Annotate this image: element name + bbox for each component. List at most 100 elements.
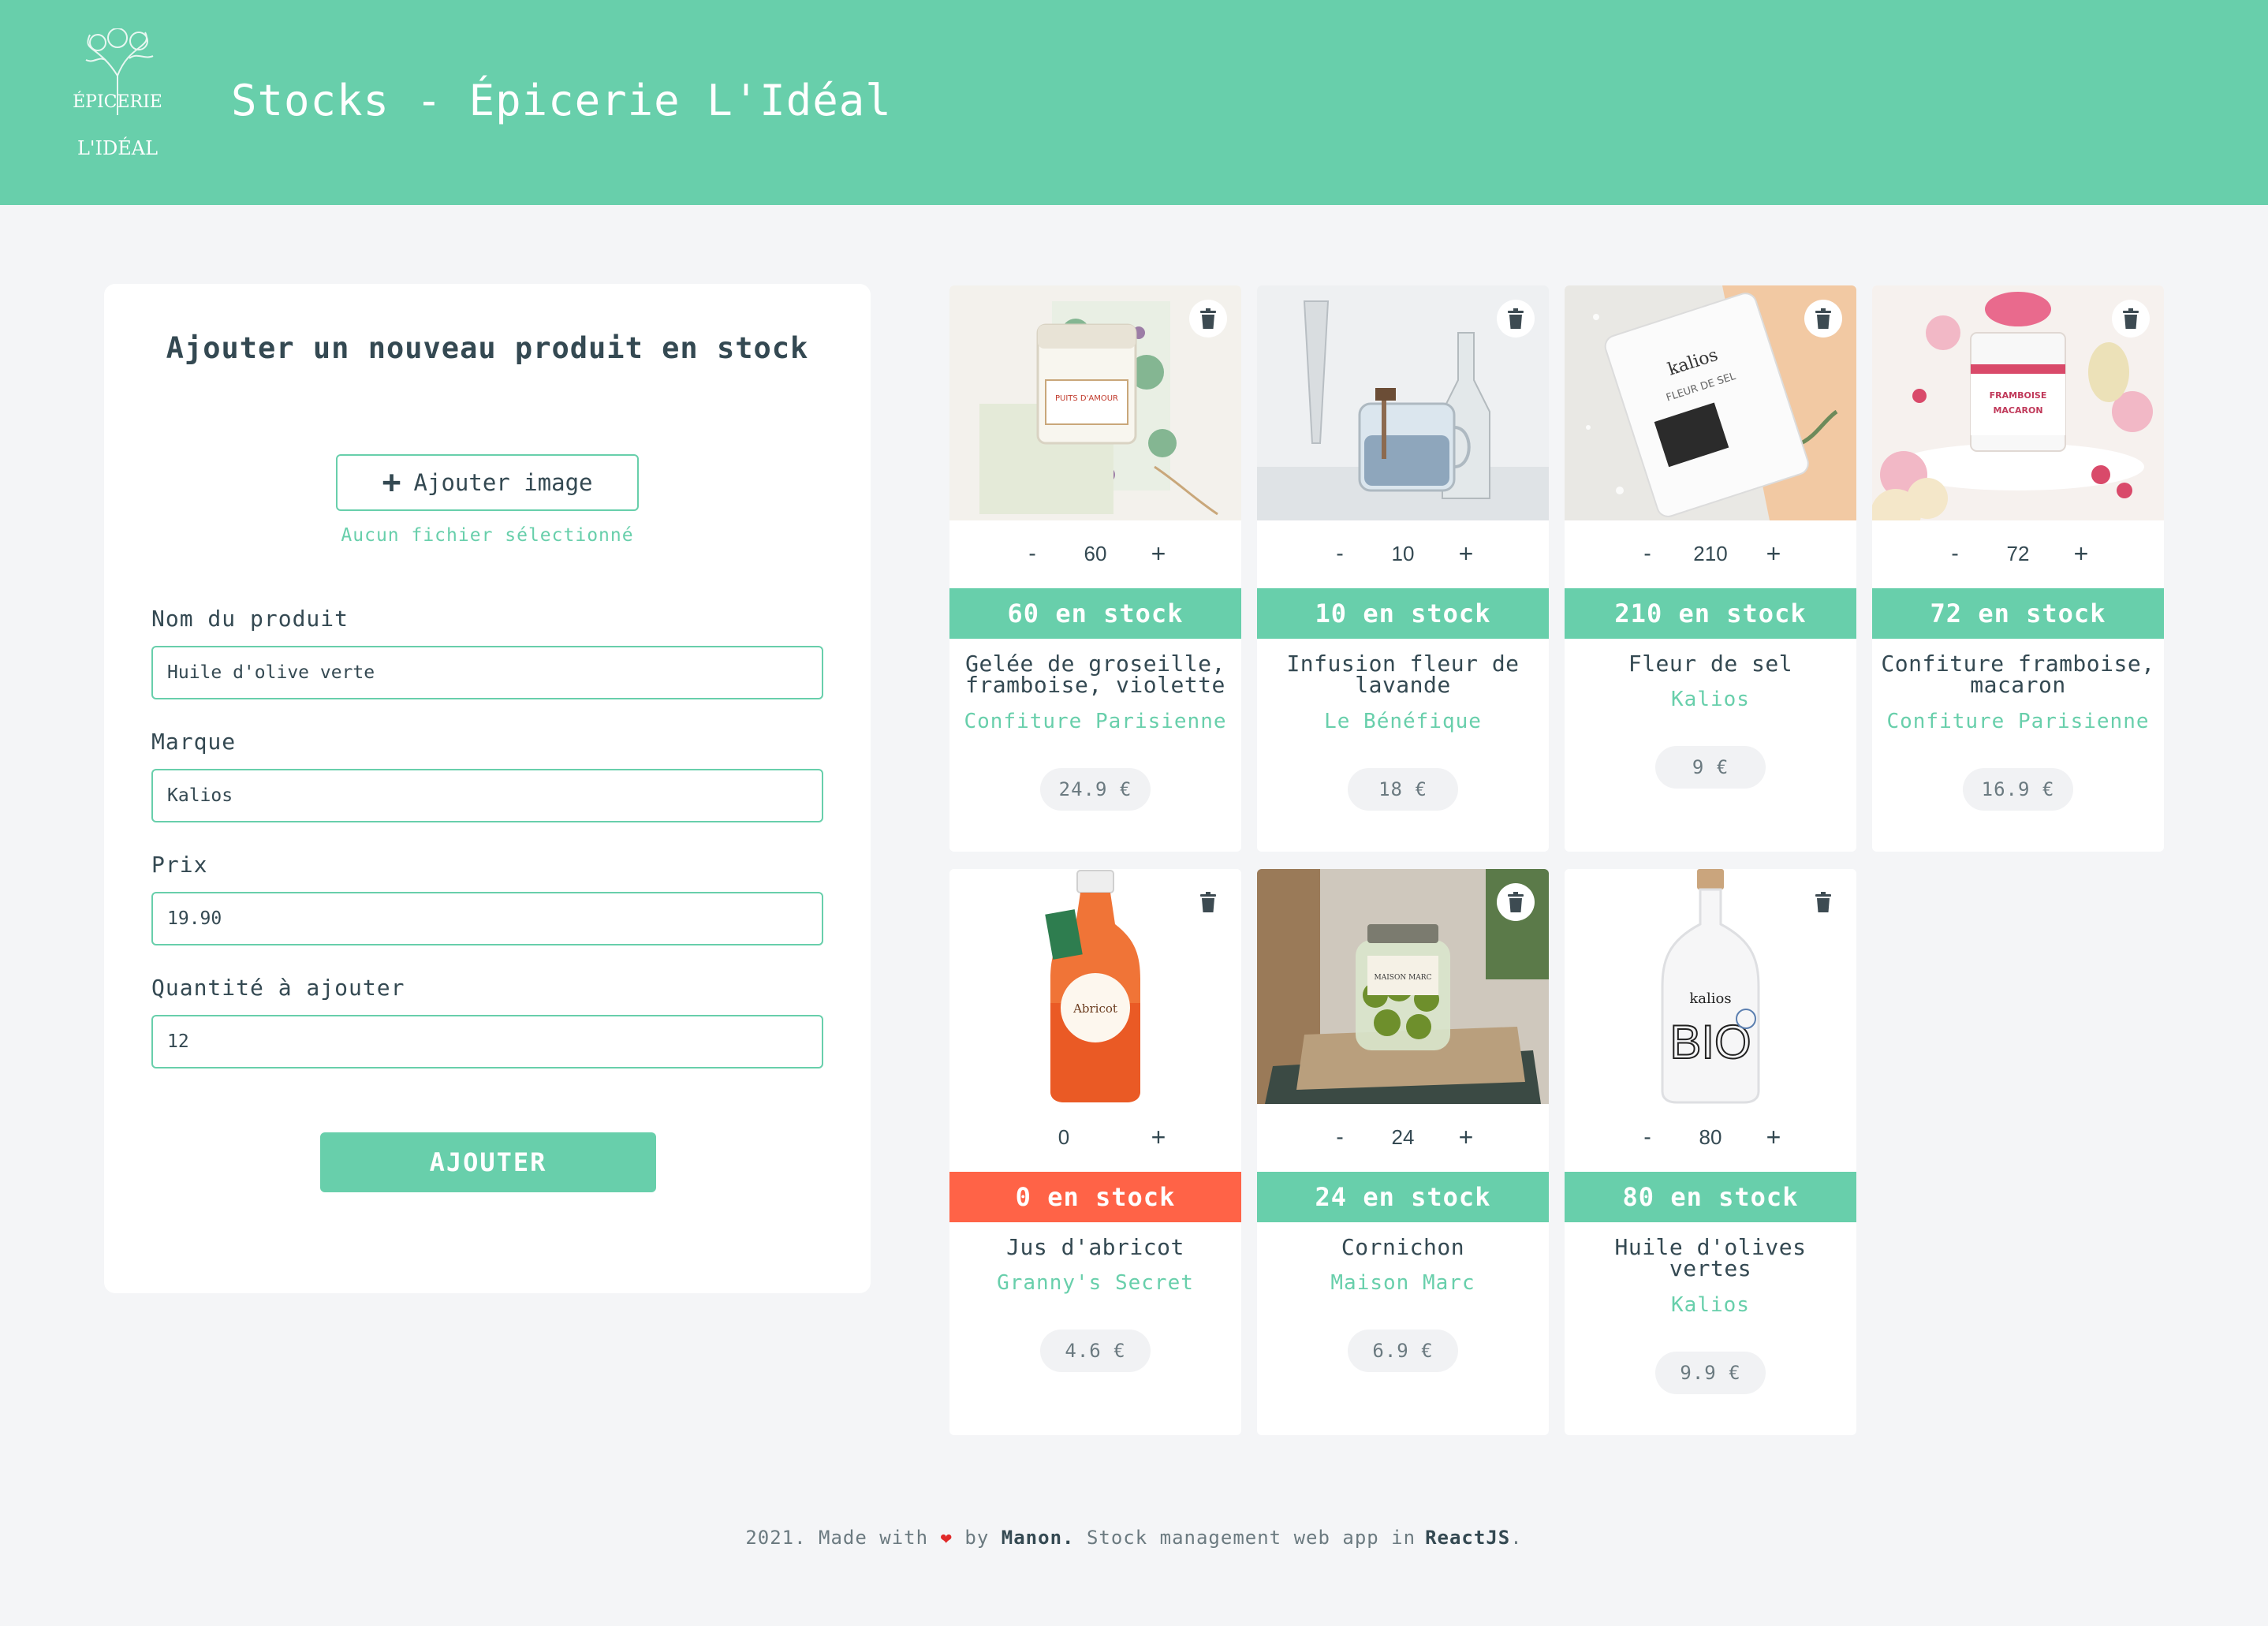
increment-button[interactable]: + [1147, 538, 1170, 569]
quantity-stepper: 0 + [949, 1104, 1241, 1172]
svg-text:L'IDÉAL: L'IDÉAL [77, 136, 158, 159]
brand-label: Marque [151, 729, 237, 755]
quantity-value: 72 [2006, 542, 2030, 565]
decrement-button[interactable]: - [1328, 538, 1352, 569]
quantity-value: 10 [1391, 542, 1415, 565]
product-brand: Confiture Parisienne [1886, 710, 2150, 733]
product-name: Fleur de sel [1628, 651, 1793, 677]
add-image-label: Ajouter image [413, 469, 593, 496]
footer: 2021. Made with ❤ by Manon. Stock manage… [0, 1527, 2268, 1549]
product-card: Abricot 0 + 0 en stock Jus d'abricot Gra… [949, 869, 1241, 1435]
brand-input[interactable] [151, 769, 823, 822]
price-tag: 6.9 € [1348, 1330, 1458, 1372]
decrement-button[interactable]: - [1943, 538, 1967, 569]
delete-button[interactable] [1804, 883, 1842, 921]
quantity-stepper: - 60 + [949, 520, 1241, 588]
product-name: Gelée de groseille, framboise, violette [965, 651, 1225, 698]
footer-tech: ReactJS [1425, 1527, 1511, 1549]
product-card: - 10 + 10 en stock Infusion fleur de lav… [1257, 285, 1549, 852]
price-input[interactable] [151, 892, 823, 945]
form-title: Ajouter un nouveau produit en stock [166, 331, 809, 365]
add-product-form: Ajouter un nouveau produit en stock + Aj… [104, 284, 871, 1293]
delete-button[interactable] [1189, 300, 1227, 338]
svg-text:Abricot: Abricot [1072, 1001, 1117, 1016]
submit-button[interactable]: AJOUTER [320, 1132, 656, 1192]
stock-badge: 10 en stock [1257, 588, 1549, 639]
quantity-stepper: - 210 + [1565, 520, 1856, 588]
product-name: Cornichon [1341, 1234, 1465, 1260]
price-tag: 9.9 € [1655, 1352, 1766, 1394]
price-label: Prix [151, 852, 208, 878]
footer-by: by [964, 1527, 990, 1549]
price-tag: 4.6 € [1040, 1330, 1151, 1372]
heart-icon: ❤ [940, 1527, 953, 1549]
stock-badge: 0 en stock [949, 1172, 1241, 1222]
trash-icon [1815, 892, 1831, 912]
logo: ÉPICERIE L'IDÉAL [73, 28, 162, 159]
footer-prefix: 2021. Made with [745, 1527, 929, 1549]
decrement-button[interactable]: - [1020, 538, 1044, 569]
delete-button[interactable] [1189, 883, 1227, 921]
quantity-value: 80 [1699, 1125, 1722, 1149]
stock-badge: 60 en stock [949, 588, 1241, 639]
delete-button[interactable] [2112, 300, 2150, 338]
stock-badge: 210 en stock [1565, 588, 1856, 639]
svg-text:ÉPICERIE: ÉPICERIE [73, 91, 162, 112]
quantity-value: 210 [1693, 542, 1728, 565]
trash-icon [1200, 892, 1216, 912]
delete-button[interactable] [1804, 300, 1842, 338]
quantity-stepper: - 72 + [1872, 520, 2164, 588]
increment-button[interactable]: + [1762, 1121, 1785, 1153]
svg-text:BIO: BIO [1669, 1016, 1751, 1068]
quantity-stepper: - 10 + [1257, 520, 1549, 588]
product-name: Confiture framboise, macaron [1881, 651, 2155, 698]
price-tag: 9 € [1655, 746, 1766, 789]
delete-button[interactable] [1497, 300, 1535, 338]
product-brand: Kalios [1671, 1293, 1750, 1317]
footer-middle: Stock management web app in [1086, 1527, 1416, 1549]
product-card: MAISON MARC - 24 + 24 en stock Cornichon… [1257, 869, 1549, 1435]
product-brand: Maison Marc [1330, 1271, 1475, 1295]
increment-button[interactable]: + [2069, 538, 2093, 569]
page-title: Stocks - Épicerie L'Idéal [231, 76, 892, 125]
product-brand: Kalios [1671, 688, 1750, 711]
price-tag: 18 € [1348, 768, 1458, 811]
increment-button[interactable]: + [1454, 1121, 1478, 1153]
decrement-button[interactable]: - [1636, 538, 1659, 569]
app-header: ÉPICERIE L'IDÉAL Stocks - Épicerie L'Idé… [0, 0, 2268, 205]
product-name-input[interactable] [151, 646, 823, 699]
increment-button[interactable]: + [1147, 1121, 1170, 1153]
increment-button[interactable]: + [1762, 538, 1785, 569]
product-card: FRAMBOISE MACARON - 72 + 72 en stock Con… [1872, 285, 2164, 852]
product-card: kalios BIO - 80 + 80 en stock Huile d'ol… [1565, 869, 1856, 1435]
quantity-value: 60 [1084, 542, 1107, 565]
trash-icon [2123, 308, 2139, 329]
trash-icon [1815, 308, 1831, 329]
quantity-value: 24 [1391, 1125, 1415, 1149]
product-name: Jus d'abricot [1006, 1234, 1184, 1260]
quantity-label: Quantité à ajouter [151, 975, 405, 1001]
product-card: kalios FLEUR DE SEL - 210 + 210 en stock… [1565, 285, 1856, 852]
product-brand: Le Bénéfique [1324, 710, 1482, 733]
product-brand: Granny's Secret [997, 1271, 1194, 1295]
svg-text:MAISON MARC: MAISON MARC [1375, 974, 1432, 982]
delete-button[interactable] [1497, 883, 1535, 921]
quantity-input[interactable] [151, 1015, 823, 1068]
add-image-button[interactable]: + Ajouter image [336, 454, 639, 511]
trash-icon [1508, 892, 1524, 912]
no-file-selected-text: Aucun fichier sélectionné [341, 525, 634, 546]
decrement-button[interactable]: - [1328, 1121, 1352, 1153]
product-name: Infusion fleur de lavande [1286, 651, 1520, 698]
product-name: Huile d'olives vertes [1614, 1234, 1807, 1281]
increment-button[interactable]: + [1454, 538, 1478, 569]
svg-text:MACARON: MACARON [1993, 405, 2042, 416]
trash-icon [1200, 308, 1216, 329]
quantity-stepper: - 24 + [1257, 1104, 1549, 1172]
product-brand: Confiture Parisienne [964, 710, 1227, 733]
product-name-label: Nom du produit [151, 606, 349, 632]
price-tag: 16.9 € [1963, 768, 2073, 811]
plus-icon: + [382, 464, 401, 501]
quantity-stepper: - 80 + [1565, 1104, 1856, 1172]
footer-author: Manon. [1001, 1527, 1075, 1549]
decrement-button[interactable]: - [1636, 1121, 1659, 1153]
